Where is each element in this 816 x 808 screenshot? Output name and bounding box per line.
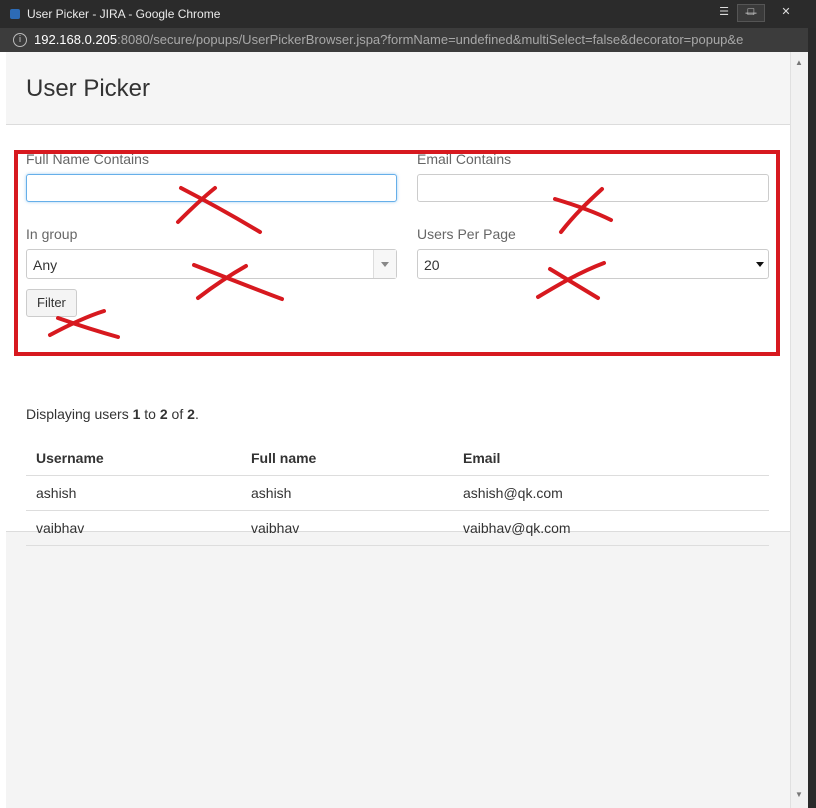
summary-to: 2 [159, 406, 168, 422]
summary-of-word: of [167, 406, 188, 422]
full-name-cell: vaibhav [241, 510, 453, 546]
summary-total: 2 [187, 406, 195, 422]
per-page-label: Users Per Page [417, 226, 516, 242]
email-cell: vaibhav@qk.com [453, 510, 769, 546]
restore-icon[interactable]: □ [740, 4, 762, 20]
group-dropdown-toggle[interactable] [373, 250, 396, 278]
popup-page: User Picker Full Name Contains Email Con… [6, 52, 790, 808]
per-page-select[interactable]: 20 [417, 249, 769, 279]
per-page-select-value: 20 [424, 257, 440, 273]
page-title: User Picker [26, 75, 151, 102]
chevron-down-icon [756, 262, 764, 267]
url-text[interactable]: 192.168.0.205:8080/secure/popups/UserPic… [34, 32, 743, 47]
summary-suffix: . [194, 406, 199, 422]
full-name-cell: ashish [241, 475, 453, 511]
scroll-down-arrow-icon[interactable]: ▼ [795, 790, 803, 799]
url-host: 192.168.0.205 [34, 32, 118, 47]
info-icon[interactable]: i [13, 33, 27, 47]
username-cell[interactable]: vaibhav [26, 510, 241, 546]
summary-prefix: Displaying users [26, 406, 133, 422]
chevron-down-icon [381, 262, 389, 267]
full-name-input[interactable] [26, 174, 397, 202]
table-header-row: Username Full name Email [26, 440, 769, 476]
email-cell: ashish@qk.com [453, 475, 769, 511]
users-table: Username Full name Email ashish ashish a… [26, 440, 769, 546]
email-label: Email Contains [417, 151, 512, 167]
email-input[interactable] [417, 174, 769, 202]
column-header-email: Email [453, 440, 769, 476]
address-bar[interactable]: i 192.168.0.205:8080/secure/popups/UserP… [0, 28, 816, 52]
url-path: :8080/secure/popups/UserPickerBrowser.js… [117, 32, 744, 47]
group-select-value: Any [33, 257, 58, 273]
chrome-app-icon [10, 9, 20, 19]
table-row[interactable]: vaibhav vaibhav vaibhav@qk.com [26, 510, 769, 546]
background-window-edge [808, 28, 816, 808]
summary-to-word: to [140, 406, 160, 422]
window-titlebar: User Picker - JIRA - Google Chrome ☰ — □… [0, 0, 816, 28]
close-button[interactable]: ✕ [768, 4, 804, 20]
pin-icon[interactable]: ☰ [713, 4, 735, 20]
column-header-full-name: Full name [241, 440, 453, 476]
group-label: In group [26, 226, 78, 242]
full-name-label: Full Name Contains [26, 151, 149, 167]
page-header: User Picker [6, 52, 790, 125]
window-title: User Picker - JIRA - Google Chrome [27, 7, 221, 21]
display-summary: Displaying users 1 to 2 of 2. [26, 406, 199, 422]
group-select[interactable]: Any [26, 249, 397, 279]
filter-button[interactable]: Filter [26, 289, 77, 317]
scroll-up-arrow-icon[interactable]: ▲ [795, 58, 803, 67]
vertical-scrollbar[interactable]: ▲ ▼ [790, 52, 809, 808]
table-row[interactable]: ashish ashish ashish@qk.com [26, 475, 769, 511]
username-cell[interactable]: ashish [26, 475, 241, 511]
column-header-username: Username [26, 440, 241, 476]
user-picker-content: Full Name Contains Email Contains In gro… [6, 125, 790, 546]
